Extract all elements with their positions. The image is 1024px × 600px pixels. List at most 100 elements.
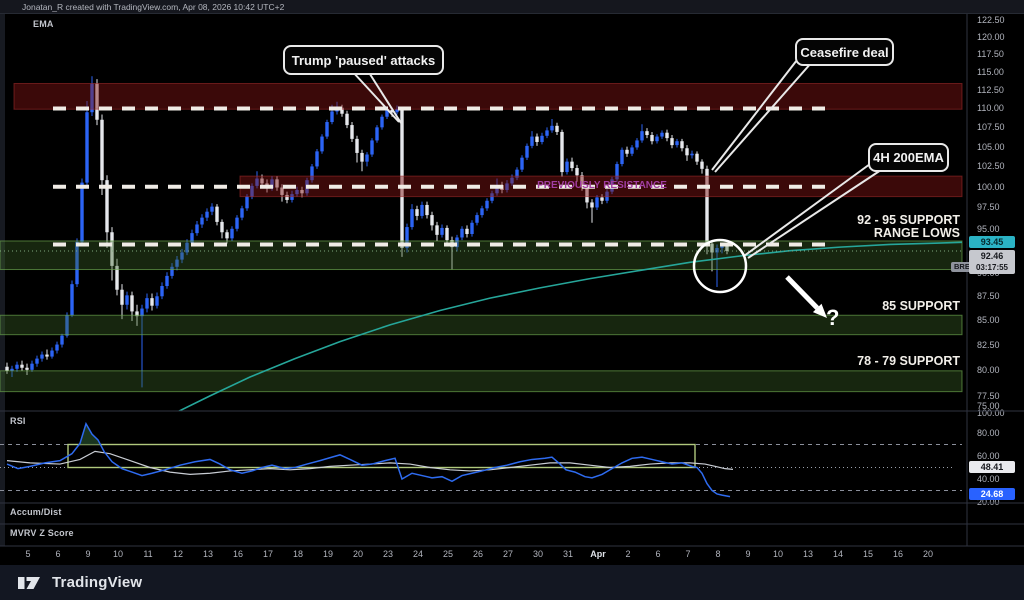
candle-down[interactable]	[445, 228, 448, 240]
candle-down[interactable]	[415, 209, 418, 216]
candle-up[interactable]	[70, 284, 73, 315]
candle-up[interactable]	[80, 183, 83, 242]
candle-up[interactable]	[55, 345, 58, 351]
candle-down[interactable]	[215, 207, 218, 222]
candle-up[interactable]	[320, 137, 323, 152]
candle-down[interactable]	[645, 131, 648, 135]
candles-layer[interactable]	[5, 76, 728, 387]
candle-down[interactable]	[355, 139, 358, 153]
candle-up[interactable]	[690, 154, 693, 156]
candle-up[interactable]	[30, 364, 33, 370]
candle-up[interactable]	[325, 122, 328, 137]
candle-up[interactable]	[15, 365, 18, 369]
rsi-ma-line[interactable]	[7, 451, 733, 474]
supply-demand-zones-layer[interactable]	[0, 84, 962, 392]
candle-up[interactable]	[195, 224, 198, 233]
candle-up[interactable]	[470, 223, 473, 234]
callout-box-2[interactable]: 4H 200EMA	[868, 143, 949, 172]
candle-up[interactable]	[525, 146, 528, 158]
candle-down[interactable]	[575, 168, 578, 175]
tradingview-wordmark[interactable]: TradingView	[52, 574, 142, 591]
callout-box-0[interactable]: Trump 'paused' attacks	[283, 45, 444, 75]
candle-up[interactable]	[230, 229, 233, 239]
candle-up[interactable]	[440, 228, 443, 235]
candle-up[interactable]	[370, 140, 373, 154]
candle-down[interactable]	[535, 137, 538, 142]
candle-up[interactable]	[40, 355, 43, 359]
candle-down[interactable]	[100, 120, 103, 180]
label-support-85[interactable]: 85 SUPPORT	[882, 300, 960, 313]
candle-down[interactable]	[465, 229, 468, 234]
candle-up[interactable]	[655, 137, 658, 142]
candle-up[interactable]	[235, 218, 238, 229]
candle-up[interactable]	[380, 117, 383, 128]
candle-up[interactable]	[630, 147, 633, 153]
down-arrow-shaft[interactable]	[787, 277, 817, 308]
candle-down[interactable]	[570, 162, 573, 168]
candle-down[interactable]	[120, 290, 123, 305]
candle-up[interactable]	[595, 197, 598, 207]
candle-down[interactable]	[360, 153, 363, 162]
candle-up[interactable]	[155, 296, 158, 305]
candle-up[interactable]	[35, 359, 38, 364]
indicator-label-ema[interactable]: EMA	[33, 19, 54, 29]
indicator-label-rsi[interactable]: RSI	[10, 416, 26, 426]
candle-up[interactable]	[635, 140, 638, 147]
candle-up[interactable]	[480, 208, 483, 215]
candle-down[interactable]	[425, 205, 428, 215]
candle-down[interactable]	[25, 368, 28, 370]
label-support-78-79[interactable]: 78 - 79 SUPPORT	[857, 355, 960, 368]
candle-down[interactable]	[435, 225, 438, 235]
candle-up[interactable]	[60, 336, 63, 345]
chart-canvas[interactable]	[0, 0, 1024, 600]
callout-box-1[interactable]: Ceasefire deal	[795, 38, 894, 66]
candle-down[interactable]	[20, 365, 23, 368]
tradingview-logo-icon[interactable]	[18, 574, 42, 592]
candle-up[interactable]	[520, 158, 523, 170]
candle-up[interactable]	[125, 295, 128, 304]
candle-up[interactable]	[210, 207, 213, 212]
candle-down[interactable]	[45, 355, 48, 357]
candle-down[interactable]	[150, 298, 153, 306]
candle-down[interactable]	[670, 138, 673, 145]
candle-down[interactable]	[650, 135, 653, 141]
indicator-label-mvrv-z-score[interactable]: MVRV Z Score	[10, 528, 74, 538]
candle-down[interactable]	[695, 154, 698, 162]
candle-down[interactable]	[130, 295, 133, 311]
candle-up[interactable]	[460, 229, 463, 238]
indicator-label-accum-dist[interactable]: Accum/Dist	[10, 507, 62, 517]
candle-up[interactable]	[240, 208, 243, 217]
candle-up[interactable]	[675, 141, 678, 145]
candle-up[interactable]	[545, 130, 548, 135]
candle-up[interactable]	[200, 218, 203, 225]
candle-up[interactable]	[50, 351, 53, 357]
candle-down[interactable]	[345, 114, 348, 125]
zone-resistance-high[interactable]	[14, 84, 962, 110]
candle-up[interactable]	[315, 151, 318, 166]
candle-up[interactable]	[565, 162, 568, 172]
candle-up[interactable]	[530, 137, 533, 146]
candle-up[interactable]	[85, 112, 88, 182]
question-mark-annotation[interactable]: ?	[826, 305, 839, 331]
candle-down[interactable]	[680, 141, 683, 148]
candle-up[interactable]	[640, 131, 643, 140]
candle-down[interactable]	[430, 215, 433, 225]
candle-down[interactable]	[600, 197, 603, 200]
candle-up[interactable]	[420, 205, 423, 216]
candle-down[interactable]	[555, 126, 558, 132]
candle-up[interactable]	[550, 126, 553, 131]
rsi-line[interactable]	[7, 424, 730, 497]
candle-down[interactable]	[560, 132, 563, 172]
candle-down[interactable]	[225, 232, 228, 238]
candle-up[interactable]	[660, 133, 663, 137]
rsi-range-box[interactable]	[68, 445, 695, 468]
candle-down[interactable]	[625, 150, 628, 154]
candle-down[interactable]	[220, 222, 223, 232]
rsi-pane-layer[interactable]	[0, 424, 962, 497]
candle-up[interactable]	[540, 136, 543, 142]
candle-up[interactable]	[245, 197, 248, 209]
zone-support-85[interactable]	[0, 315, 962, 334]
candle-up[interactable]	[410, 209, 413, 227]
candle-down[interactable]	[5, 367, 8, 371]
candle-up[interactable]	[165, 276, 168, 286]
